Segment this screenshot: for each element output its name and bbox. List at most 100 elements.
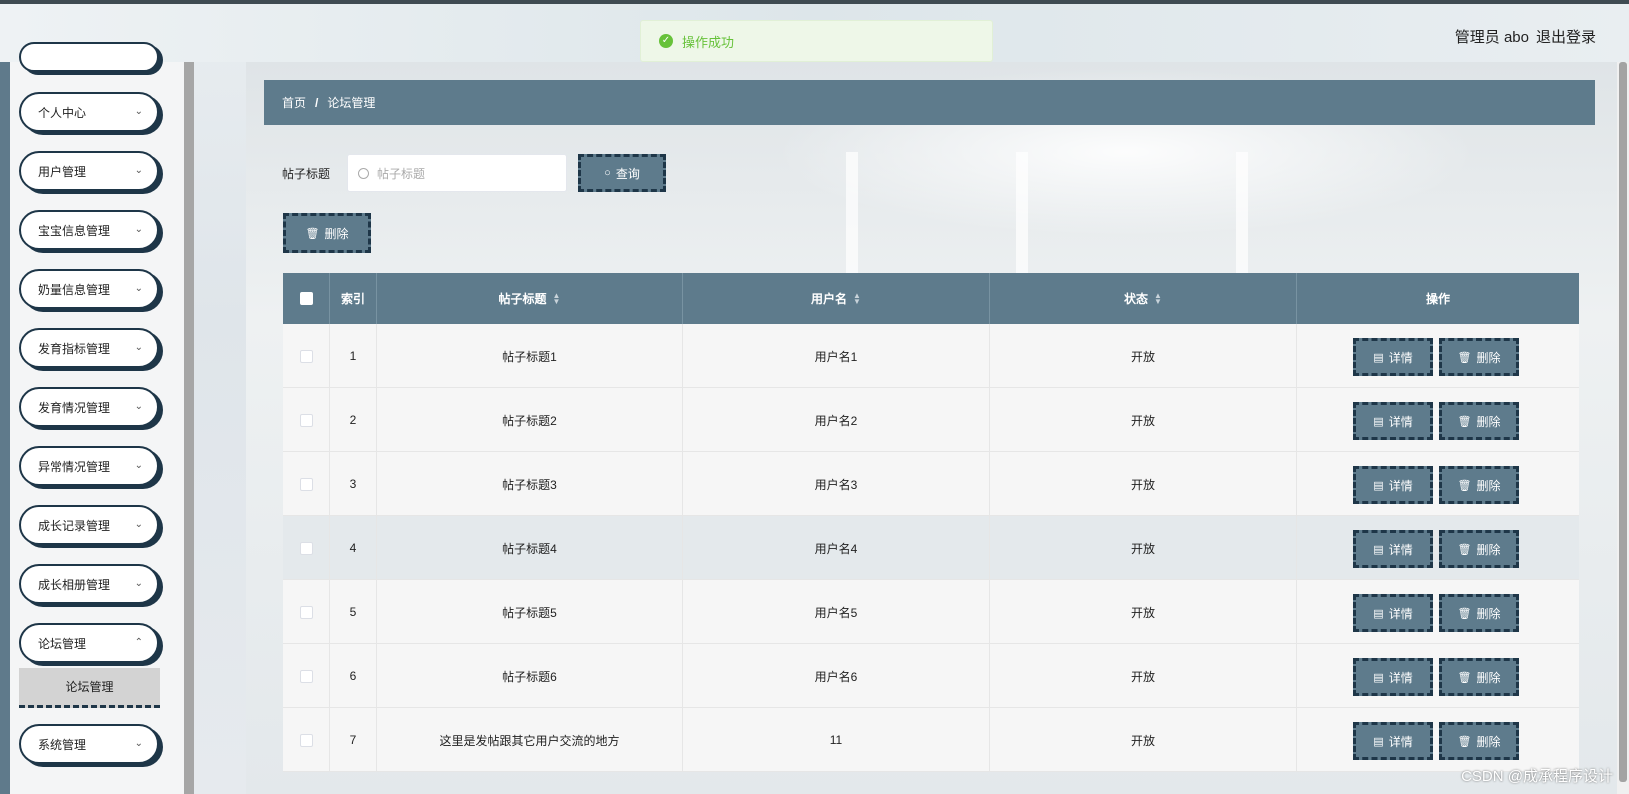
row-delete-button[interactable]: 🗑 删除 — [1439, 402, 1519, 440]
header-username[interactable]: 用户名 ▲ ▼ — [683, 273, 990, 324]
header-status[interactable]: 状态 ▲ ▼ — [990, 273, 1297, 324]
query-button[interactable]: ○ 查询 — [578, 154, 666, 192]
row-delete-label: 删除 — [1476, 670, 1501, 685]
chevron-down-icon: ⌄ — [134, 106, 143, 117]
detail-button[interactable]: ▤ 详情 — [1353, 530, 1433, 568]
row-checkbox[interactable] — [299, 541, 313, 555]
sidebar-item-growth-album[interactable]: 成长相册管理 ⌄ — [19, 564, 159, 604]
detail-button[interactable]: ▤ 详情 — [1353, 722, 1433, 760]
document-icon: ▤ — [1373, 735, 1384, 748]
sidebar-strip — [0, 62, 10, 794]
row-delete-label: 删除 — [1476, 478, 1501, 493]
sidebar-item-label: 宝宝信息管理 — [38, 223, 111, 238]
row-checkbox[interactable] — [299, 413, 313, 427]
scrollbar-thumb[interactable] — [1619, 62, 1627, 782]
row-delete-button[interactable]: 🗑 删除 — [1439, 658, 1519, 696]
vertical-scrollbar[interactable] — [1617, 62, 1629, 794]
detail-button[interactable]: ▤ 详情 — [1353, 594, 1433, 632]
header-select-all[interactable] — [283, 273, 330, 324]
logout-link[interactable]: 退出登录 — [1536, 26, 1596, 47]
row-index: 6 — [330, 644, 377, 708]
row-delete-label: 删除 — [1476, 606, 1501, 621]
row-status: 开放 — [990, 580, 1297, 644]
row-select-cell[interactable] — [283, 580, 330, 644]
sidebar-item-growth-index[interactable]: 发育指标管理 ⌄ — [19, 328, 159, 368]
sidebar-item-forum[interactable]: 论坛管理 ⌃ — [19, 623, 159, 663]
row-delete-button[interactable]: 🗑 删除 — [1439, 594, 1519, 632]
header-index-label: 索引 — [340, 292, 365, 306]
row-checkbox[interactable] — [299, 669, 313, 683]
detail-button-label: 详情 — [1388, 670, 1413, 685]
search-input[interactable]: 帖子标题 — [347, 154, 567, 192]
sidebar-item-abnormal[interactable]: 异常情况管理 ⌄ — [19, 446, 159, 486]
sort-icon[interactable]: ▲ ▼ — [853, 291, 861, 305]
row-delete-button[interactable]: 🗑 删除 — [1439, 722, 1519, 760]
row-username: 用户名1 — [683, 324, 990, 388]
row-select-cell[interactable] — [283, 516, 330, 580]
detail-button-label: 详情 — [1388, 414, 1413, 429]
row-status: 开放 — [990, 388, 1297, 452]
table-row[interactable]: 7 这里是发帖跟其它用户交流的地方 11 开放 ▤ 详情 🗑 删除 — [283, 708, 1579, 772]
breadcrumb-home[interactable]: 首页 — [282, 94, 306, 111]
row-status: 开放 — [990, 324, 1297, 388]
sidebar-subitem-forum[interactable]: 论坛管理 — [19, 668, 160, 708]
chevron-down-icon: ⌄ — [134, 283, 143, 294]
row-select-cell[interactable] — [283, 452, 330, 516]
sidebar-item-label: 发育情况管理 — [38, 400, 111, 415]
row-delete-button[interactable]: 🗑 删除 — [1439, 466, 1519, 504]
sidebar-item-growth-status[interactable]: 发育情况管理 ⌄ — [19, 387, 159, 427]
header-index: 索引 — [330, 273, 377, 324]
detail-button[interactable]: ▤ 详情 — [1353, 402, 1433, 440]
row-checkbox[interactable] — [299, 605, 313, 619]
table-row[interactable]: 6 帖子标题6 用户名6 开放 ▤ 详情 🗑 删除 — [283, 644, 1579, 708]
row-select-cell[interactable] — [283, 708, 330, 772]
search-icon: ○ — [604, 167, 611, 179]
row-index: 3 — [330, 452, 377, 516]
sidebar-item-growth-record[interactable]: 成长记录管理 ⌄ — [19, 505, 159, 545]
table-row[interactable]: 1 帖子标题1 用户名1 开放 ▤ 详情 🗑 删除 — [283, 324, 1579, 388]
row-username: 用户名2 — [683, 388, 990, 452]
table-row[interactable]: 2 帖子标题2 用户名2 开放 ▤ 详情 🗑 删除 — [283, 388, 1579, 452]
detail-button[interactable]: ▤ 详情 — [1353, 338, 1433, 376]
sort-icon[interactable]: ▲ ▼ — [553, 291, 561, 305]
sidebar-item-system[interactable]: 系统管理 ⌄ — [19, 724, 159, 764]
sidebar-item-top-partial[interactable] — [19, 42, 159, 72]
document-icon: ▤ — [1373, 671, 1384, 684]
sidebar-item-label: 异常情况管理 — [38, 459, 111, 474]
sidebar-item-milk-info[interactable]: 奶量信息管理 ⌄ — [19, 269, 159, 309]
trash-icon: 🗑 — [1457, 415, 1472, 428]
row-status: 开放 — [990, 516, 1297, 580]
detail-button[interactable]: ▤ 详情 — [1353, 466, 1433, 504]
header-title[interactable]: 帖子标题 ▲ ▼ — [377, 273, 683, 324]
trash-icon: 🗑 — [1457, 671, 1472, 684]
sidebar-item-user-management[interactable]: 用户管理 ⌄ — [19, 151, 159, 191]
check-circle-icon: ✓ — [659, 34, 673, 48]
row-checkbox[interactable] — [299, 477, 313, 491]
batch-delete-button[interactable]: 🗑 删除 — [283, 213, 371, 253]
row-delete-button[interactable]: 🗑 删除 — [1439, 338, 1519, 376]
chevron-down-icon: ⌄ — [134, 342, 143, 353]
select-all-checkbox[interactable] — [299, 292, 313, 305]
sidebar-item-personal-center[interactable]: 个人中心 ⌄ — [19, 92, 159, 132]
row-select-cell[interactable] — [283, 644, 330, 708]
table-row[interactable]: 5 帖子标题5 用户名5 开放 ▤ 详情 🗑 删除 — [283, 580, 1579, 644]
row-checkbox[interactable] — [299, 349, 313, 363]
row-actions — [1297, 324, 1579, 388]
row-checkbox[interactable] — [299, 733, 313, 747]
trash-icon: 🗑 — [1457, 543, 1472, 556]
chevron-down-icon: ⌄ — [134, 401, 143, 412]
sort-icon[interactable]: ▲ ▼ — [1154, 291, 1162, 305]
chevron-down-icon: ⌄ — [134, 738, 143, 749]
row-delete-button[interactable]: 🗑 删除 — [1439, 530, 1519, 568]
row-select-cell[interactable] — [283, 388, 330, 452]
row-status: 开放 — [990, 708, 1297, 772]
detail-button[interactable]: ▤ 详情 — [1353, 658, 1433, 696]
row-actions — [1297, 644, 1579, 708]
sidebar-item-baby-info[interactable]: 宝宝信息管理 ⌄ — [19, 210, 159, 250]
batch-delete-label: 删除 — [324, 226, 349, 241]
row-select-cell[interactable] — [283, 324, 330, 388]
table-row[interactable]: 4 帖子标题4 用户名4 开放 ▤ 详情 🗑 删除 — [283, 516, 1579, 580]
table-row[interactable]: 3 帖子标题3 用户名3 开放 ▤ 详情 🗑 删除 — [283, 452, 1579, 516]
detail-button-label: 详情 — [1388, 350, 1413, 365]
sidebar-item-label: 个人中心 — [38, 105, 87, 120]
